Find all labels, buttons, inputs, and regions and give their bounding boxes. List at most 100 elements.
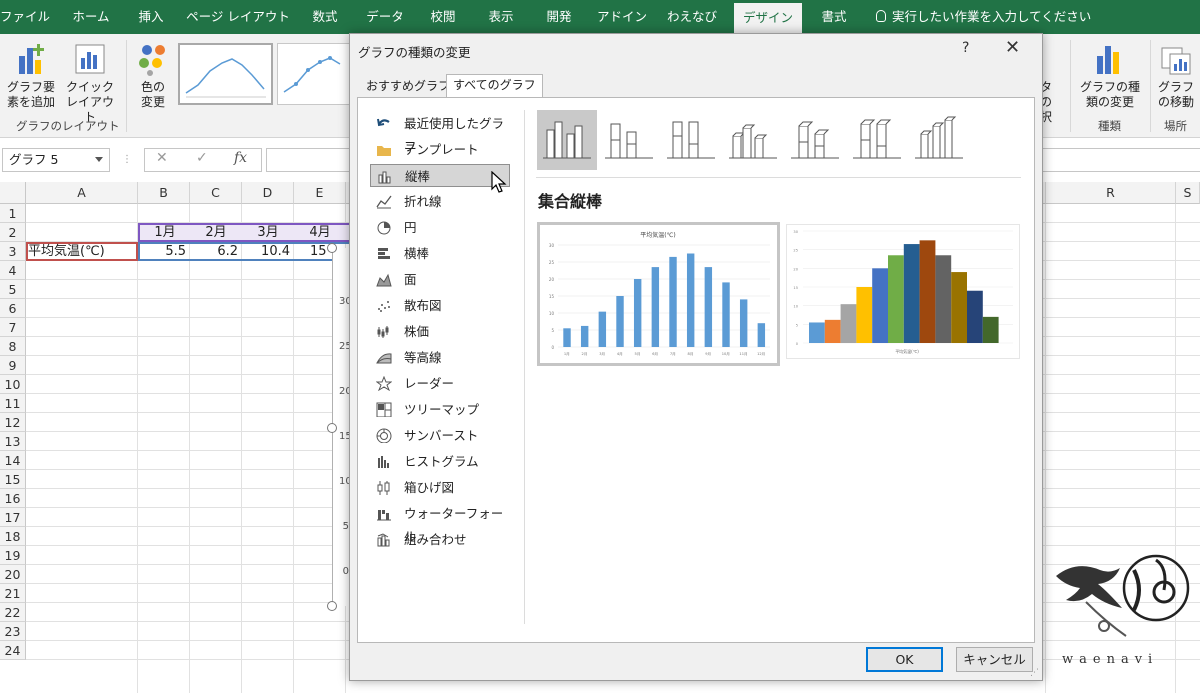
subtype-3d-column[interactable]	[909, 110, 969, 170]
chart-preview-1[interactable]: 平均気温(℃) 0 5 10 15 20 25 30 1月 2月 3月 4月 5月 6月 7月 8月 9月 10月…	[537, 222, 780, 366]
chevron-down-icon[interactable]	[95, 157, 103, 162]
quick-layout-button[interactable]: クイックレイアウト	[60, 42, 120, 125]
row-header[interactable]: 24	[0, 641, 26, 660]
chart-preview-2[interactable]: 0 5 10 15 20 25 30 平均気温(℃)	[786, 224, 1020, 359]
ribbon-tab-format[interactable]: 書式	[808, 0, 860, 34]
name-box[interactable]: グラフ 5	[2, 148, 110, 172]
row-header[interactable]: 20	[0, 565, 26, 584]
row-header[interactable]: 2	[0, 223, 26, 242]
chart-category-item[interactable]: 縦棒	[370, 164, 510, 187]
row-header[interactable]: 1	[0, 204, 26, 223]
ribbon-tab-design[interactable]: デザイン	[734, 3, 802, 34]
row-header[interactable]: 7	[0, 318, 26, 337]
move-chart-button[interactable]: グラフの移動	[1153, 42, 1199, 110]
cell-b2[interactable]: 1月	[140, 223, 190, 242]
ribbon-tab-waenavi[interactable]: わえなび	[662, 0, 722, 34]
ribbon-tab-developer[interactable]: 開発	[536, 0, 582, 34]
cancel-button[interactable]: キャンセル	[956, 647, 1033, 672]
ribbon-tab-home[interactable]: ホーム	[66, 0, 116, 34]
chart-category-item[interactable]: テンプレート	[370, 138, 510, 161]
ribbon-tab-file[interactable]: ファイル	[0, 0, 50, 34]
row-header[interactable]: 22	[0, 603, 26, 622]
ok-button[interactable]: OK	[866, 647, 943, 672]
tab-recommended-charts[interactable]: おすすめグラフ	[360, 76, 456, 97]
subtype-clustered-column[interactable]	[537, 110, 597, 170]
subtype-3d-100-stacked-column[interactable]	[847, 110, 907, 170]
help-icon[interactable]: ?	[962, 40, 969, 56]
row-header[interactable]: 5	[0, 280, 26, 299]
change-chart-type-button[interactable]: グラフの種類の変更	[1074, 42, 1146, 110]
row-header[interactable]: 18	[0, 527, 26, 546]
chart-category-item[interactable]: ツリーマップ	[370, 398, 510, 421]
cancel-icon[interactable]: ✕	[156, 150, 168, 166]
row-header[interactable]: 9	[0, 356, 26, 375]
row-header[interactable]: 17	[0, 508, 26, 527]
ribbon-tab-view[interactable]: 表示	[478, 0, 524, 34]
ribbon-tab-insert[interactable]: 挿入	[128, 0, 174, 34]
cell-d3[interactable]: 10.4	[242, 242, 294, 261]
row-header[interactable]: 19	[0, 546, 26, 565]
cell-c2[interactable]: 2月	[190, 223, 242, 242]
subtype-100-stacked-column[interactable]	[661, 110, 721, 170]
add-chart-element-button[interactable]: グラフ要素を追加	[2, 42, 60, 110]
chart-category-item[interactable]: 折れ線	[370, 190, 510, 213]
close-icon[interactable]: ✕	[1005, 37, 1020, 58]
column-header-e[interactable]: E	[294, 182, 346, 204]
row-header[interactable]: 12	[0, 413, 26, 432]
select-all-corner[interactable]	[0, 182, 26, 204]
row-header[interactable]: 10	[0, 375, 26, 394]
subtype-3d-stacked-column[interactable]	[785, 110, 845, 170]
row-header[interactable]: 23	[0, 622, 26, 641]
chart-handle-top[interactable]	[327, 243, 337, 253]
ribbon-tab-page-layout[interactable]: ページ レイアウト	[186, 0, 290, 34]
row-header[interactable]: 8	[0, 337, 26, 356]
cell-e2[interactable]: 4月	[294, 223, 346, 242]
chart-category-item[interactable]: ウォーターフォール	[370, 502, 510, 544]
chart-category-item[interactable]: 散布図	[370, 294, 510, 317]
ribbon-tab-addins[interactable]: アドイン	[594, 0, 650, 34]
chart-handle-bottom[interactable]	[327, 601, 337, 611]
row-header[interactable]: 21	[0, 584, 26, 603]
chart-category-item[interactable]: 円	[370, 216, 510, 239]
row-header[interactable]: 13	[0, 432, 26, 451]
change-colors-button[interactable]: 色の変更	[130, 42, 176, 110]
column-header-b[interactable]: B	[138, 182, 190, 204]
subtype-stacked-column[interactable]	[599, 110, 659, 170]
tab-all-charts[interactable]: すべてのグラフ	[446, 74, 543, 98]
subtype-3d-clustered-column[interactable]	[723, 110, 783, 170]
column-header-c[interactable]: C	[190, 182, 242, 204]
ribbon-tab-formulas[interactable]: 数式	[302, 0, 348, 34]
chart-category-item[interactable]: 等高線	[370, 346, 510, 369]
ribbon-tab-review[interactable]: 校閲	[420, 0, 466, 34]
cell-d2[interactable]: 3月	[242, 223, 294, 242]
row-header[interactable]: 14	[0, 451, 26, 470]
ribbon-tab-data[interactable]: データ	[360, 0, 410, 34]
column-header-d[interactable]: D	[242, 182, 294, 204]
column-header-a[interactable]: A	[26, 182, 138, 204]
chart-category-item[interactable]: 組み合わせ	[370, 528, 510, 551]
cell-b3[interactable]: 5.5	[138, 242, 190, 261]
cell-c3[interactable]: 6.2	[190, 242, 242, 261]
cell-a3[interactable]: 平均気温(℃)	[28, 242, 138, 261]
row-header[interactable]: 11	[0, 394, 26, 413]
insert-function-icon[interactable]: fx	[234, 150, 247, 166]
tell-me-box[interactable]: 実行したい作業を入力してください	[876, 0, 1091, 34]
chart-category-item[interactable]: 最近使用したグラフ	[370, 112, 510, 154]
chart-category-item[interactable]: 横棒	[370, 242, 510, 265]
column-header-s[interactable]: S	[1176, 182, 1200, 204]
chart-category-item[interactable]: レーダー	[370, 372, 510, 395]
row-header[interactable]: 4	[0, 261, 26, 280]
chart-category-item[interactable]: ヒストグラム	[370, 450, 510, 473]
row-header[interactable]: 6	[0, 299, 26, 318]
chart-category-item[interactable]: サンバースト	[370, 424, 510, 447]
chart-handle-middle[interactable]	[327, 423, 337, 433]
row-header[interactable]: 3	[0, 242, 26, 261]
row-header[interactable]: 16	[0, 489, 26, 508]
chart-category-item[interactable]: 面	[370, 268, 510, 291]
column-header-r[interactable]: R	[1046, 182, 1176, 204]
chart-category-item[interactable]: 株価	[370, 320, 510, 343]
chart-category-item[interactable]: 箱ひげ図	[370, 476, 510, 499]
row-header[interactable]: 15	[0, 470, 26, 489]
chart-style-1[interactable]	[178, 43, 273, 105]
select-data-button[interactable]: タの択	[1040, 80, 1064, 125]
